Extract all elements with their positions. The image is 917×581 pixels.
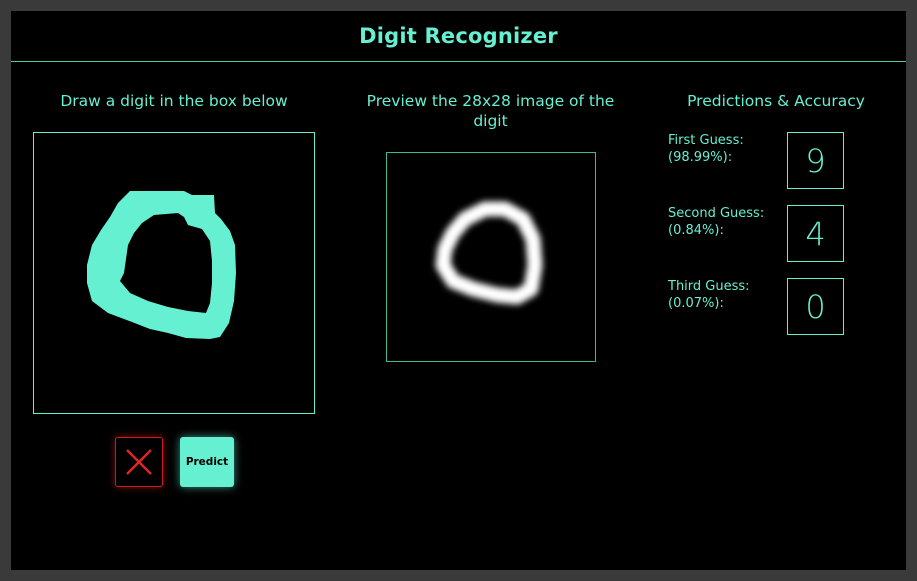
third-guess-digit: 0 (787, 278, 844, 335)
predict-button[interactable]: Predict (180, 437, 234, 487)
close-icon (126, 449, 152, 475)
app-header: Digit Recognizer (11, 11, 906, 62)
clear-button[interactable] (115, 437, 163, 487)
second-guess-accuracy: (0.84%): (668, 223, 724, 238)
app-title: Digit Recognizer (359, 24, 558, 48)
second-guess-label: Second Guess: (0.84%): (668, 205, 783, 239)
preview-heading: Preview the 28x28 image of the digit (366, 92, 615, 130)
second-guess-digit: 4 (787, 205, 844, 262)
first-guess-accuracy: (98.99%): (668, 150, 733, 165)
first-guess-digit: 9 (787, 132, 844, 189)
app-frame: Digit Recognizer Draw a digit in the box… (11, 11, 906, 570)
first-guess-label: First Guess: (98.99%): (668, 132, 783, 166)
drawn-digit-stroke (87, 191, 236, 339)
first-guess-title: First Guess: (668, 133, 744, 148)
preview-digit (435, 201, 543, 305)
predict-button-label: Predict (185, 456, 229, 468)
preview-image (386, 152, 596, 362)
third-guess-accuracy: (0.07%): (668, 296, 724, 311)
second-guess-title: Second Guess: (668, 206, 765, 221)
third-guess-label: Third Guess: (0.07%): (668, 278, 783, 312)
drawing-canvas[interactable] (33, 132, 315, 414)
draw-heading: Draw a digit in the box below (60, 92, 288, 110)
predictions-heading: Predictions & Accuracy (687, 92, 865, 110)
third-guess-title: Third Guess: (668, 279, 750, 294)
